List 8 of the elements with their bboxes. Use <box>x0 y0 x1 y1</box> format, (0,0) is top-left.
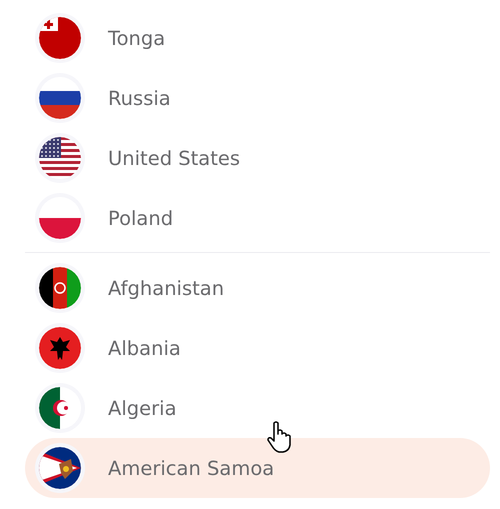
country-item[interactable]: Poland <box>25 188 490 248</box>
country-item[interactable]: American Samoa <box>25 438 490 498</box>
country-item[interactable]: Tonga <box>25 8 490 68</box>
country-item[interactable]: United States <box>25 128 490 188</box>
country-item[interactable]: Russia <box>25 68 490 128</box>
country-item[interactable]: Algeria <box>25 378 490 438</box>
country-item[interactable]: Albania <box>25 318 490 378</box>
country-item[interactable]: Afghanistan <box>25 258 490 318</box>
